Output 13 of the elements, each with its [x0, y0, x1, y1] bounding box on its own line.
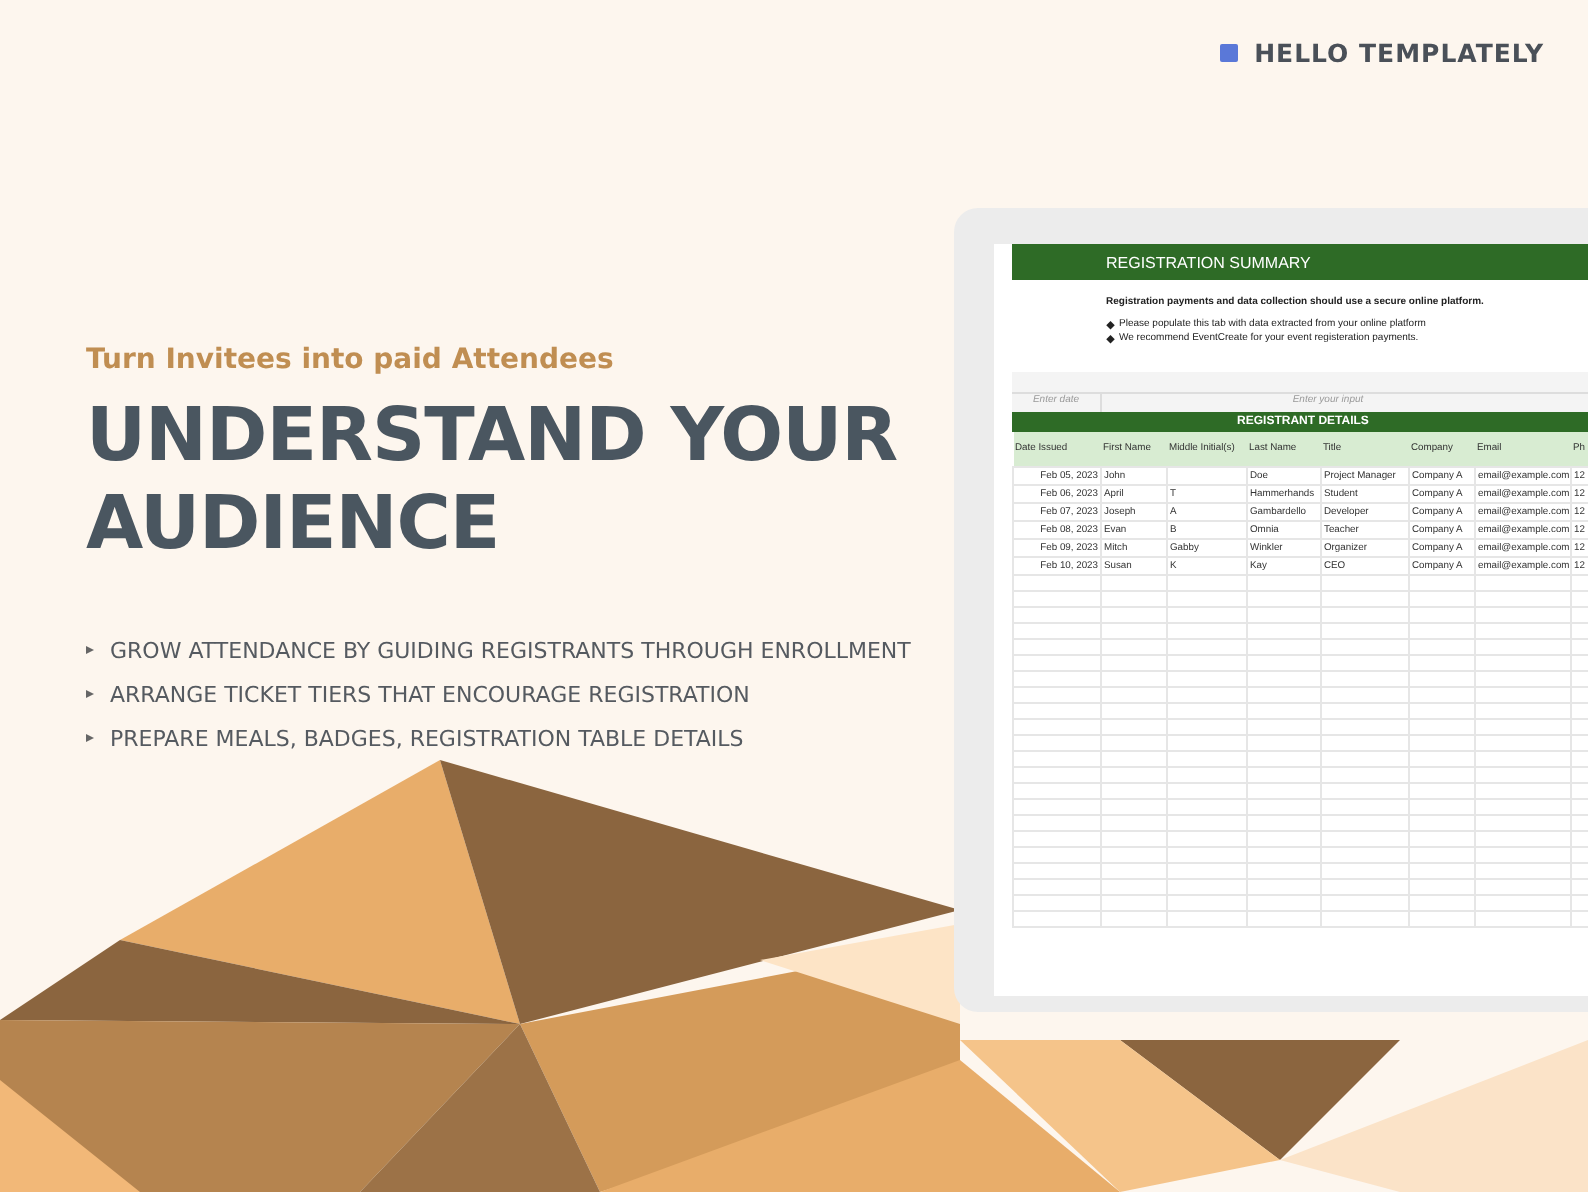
subtitle: Turn Invitees into paid Attendees [86, 344, 616, 376]
bullet-icon [1106, 335, 1115, 343]
heading: UNDERSTAND YOUR AUDIENCE [86, 392, 900, 568]
feature-text: ARRANGE TICKET TIERS THAT ENCOURAGE REGISTRATION [110, 681, 750, 707]
brand-name: HELLO TEMPLATELY [1254, 38, 1544, 68]
bullet-icon [86, 646, 94, 654]
bullet-icon [86, 690, 94, 698]
summary-title: REGISTRATION SUMMARY [1106, 253, 1311, 271]
feature-text: PREPARE MEALS, BADGES, REGISTRATION TABLE DETAILS [110, 725, 744, 751]
logo-icon [1220, 44, 1239, 62]
bullet-icon [86, 734, 94, 742]
bullet-icon [1106, 321, 1115, 329]
feature-text: GROW ATTENDANCE BY GUIDING REGISTRANTS THROUGH ENROLLMENT [110, 637, 911, 663]
